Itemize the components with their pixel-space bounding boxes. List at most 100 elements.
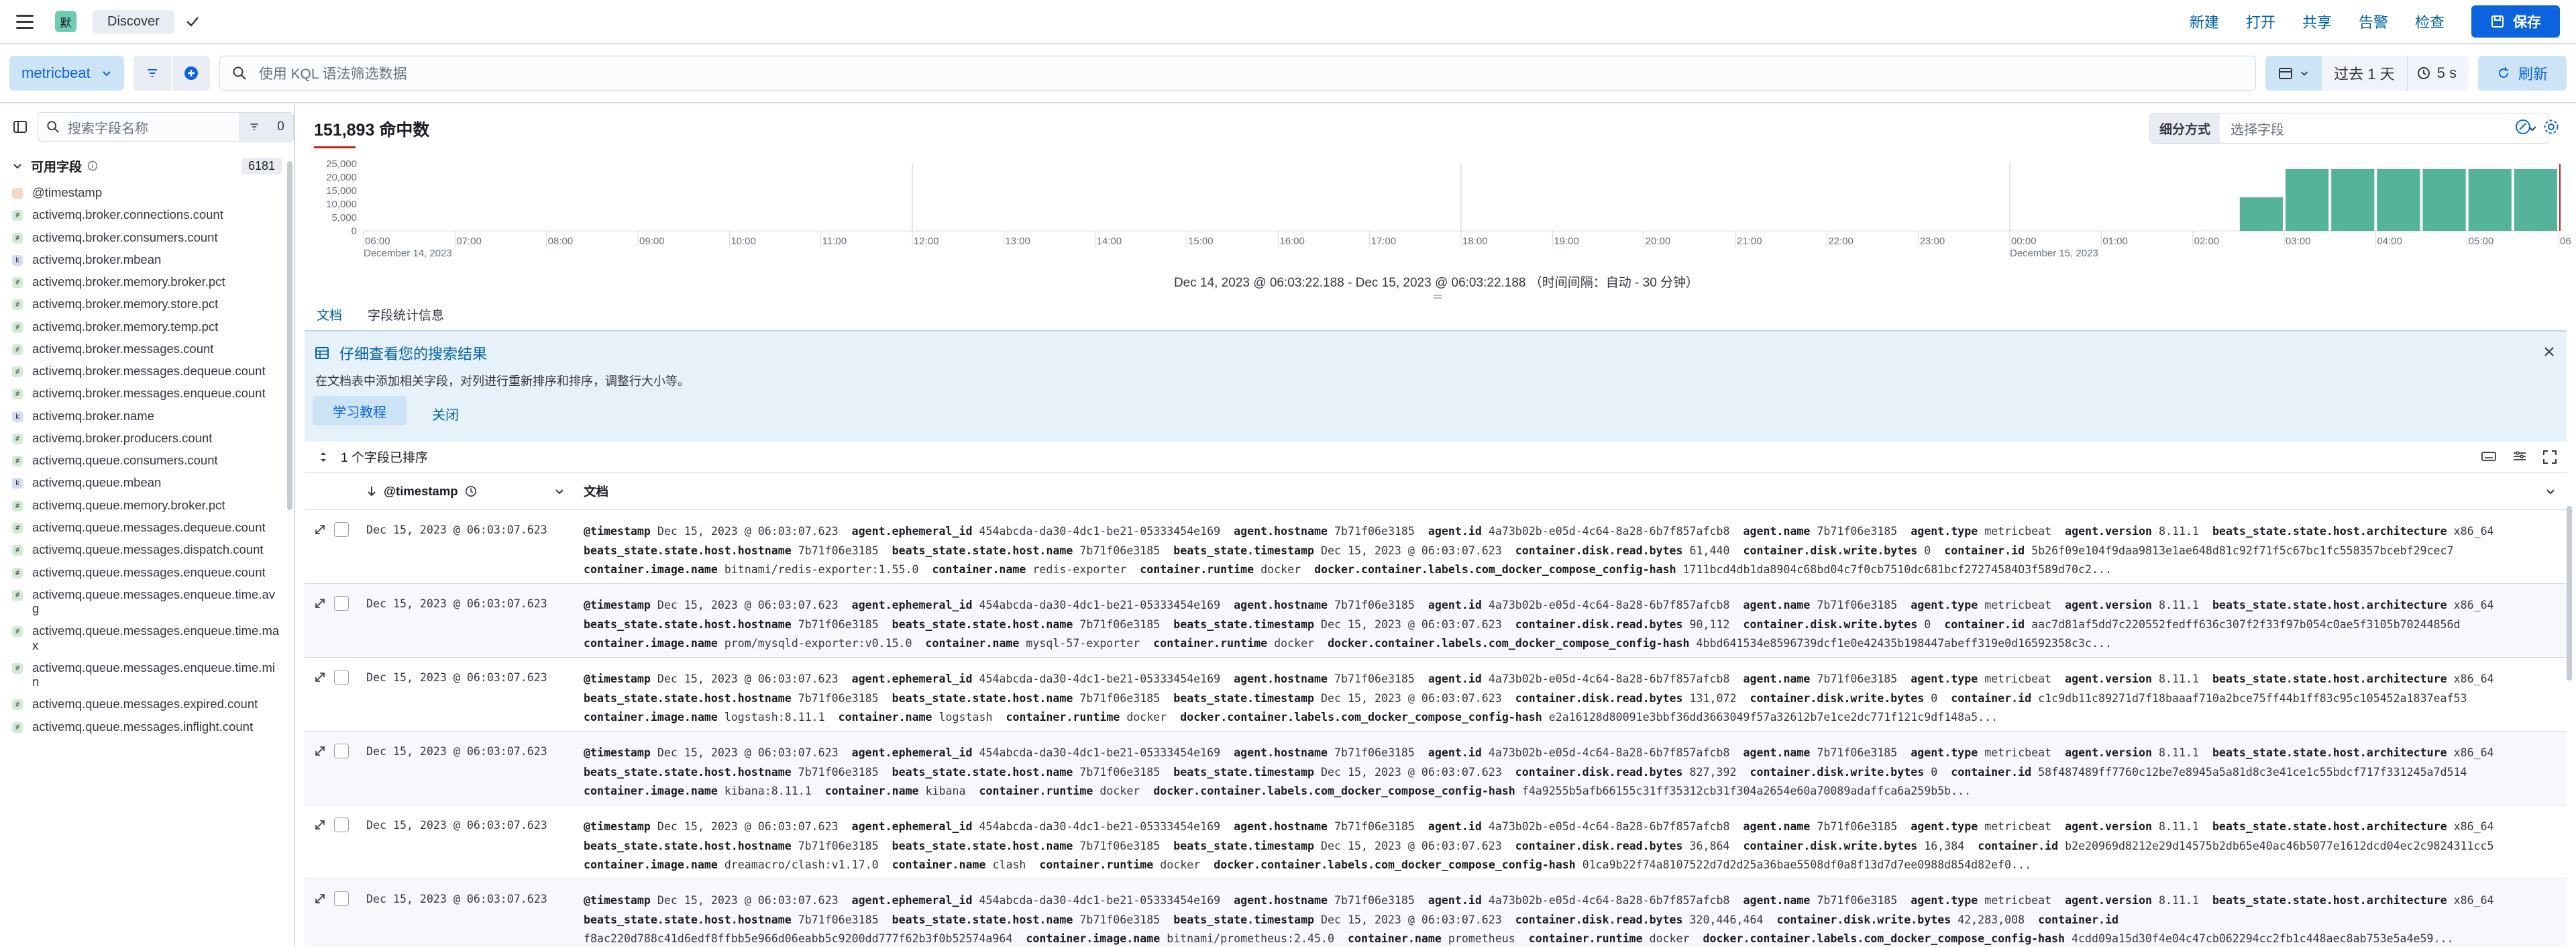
field-item[interactable]: # activemq.queue.messages.dispatch.count	[0, 538, 294, 560]
expand-icon[interactable]	[314, 745, 326, 757]
field-item[interactable]: # activemq.queue.messages.enqueue.time.mi…	[0, 656, 294, 693]
fullscreen-icon[interactable]	[2542, 450, 2557, 464]
quick-menu-button[interactable]	[2265, 56, 2322, 91]
field-item[interactable]: # activemq.broker.memory.temp.pct	[0, 315, 294, 338]
row-checkbox[interactable]	[334, 817, 349, 832]
expand-icon[interactable]	[314, 819, 326, 831]
refresh-interval[interactable]: 5 s	[2406, 56, 2469, 91]
row-checkbox[interactable]	[334, 522, 349, 537]
field-item[interactable]: k activemq.broker.mbean	[0, 248, 294, 270]
menu-icon[interactable]	[16, 9, 40, 34]
doc-field-key: beats_state.timestamp	[1173, 691, 1315, 705]
expand-icon[interactable]	[314, 597, 326, 609]
available-fields-header[interactable]: 可用字段 6181	[0, 150, 294, 181]
field-item[interactable]: # activemq.broker.memory.broker.pct	[0, 270, 294, 293]
field-item[interactable]: # activemq.queue.messages.inflight.count	[0, 715, 294, 738]
table-row[interactable]: Dec 15, 2023 @ 06:03:07.623 @timestamp De…	[305, 805, 2567, 879]
field-item[interactable]: # activemq.queue.messages.expired.count	[0, 693, 294, 715]
row-checkbox[interactable]	[334, 891, 349, 906]
y-tick-label: 5,000	[331, 212, 357, 223]
chart-settings-icon[interactable]	[2542, 118, 2560, 136]
save-label: 保存	[2513, 15, 2541, 30]
dataview-picker[interactable]: metricbeat	[9, 56, 124, 91]
field-item[interactable]: # activemq.queue.messages.enqueue.time.av…	[0, 583, 294, 620]
grid-tools	[2481, 450, 2567, 464]
space-avatar[interactable]: 默	[55, 11, 76, 32]
open-link[interactable]: 打开	[2233, 11, 2289, 32]
edit-visualization-icon[interactable]	[2514, 118, 2532, 136]
field-item[interactable]: # activemq.queue.messages.dequeue.count	[0, 516, 294, 538]
histogram-bar[interactable]	[2422, 169, 2466, 231]
histogram-bar[interactable]	[2377, 169, 2420, 231]
table-row[interactable]: Dec 15, 2023 @ 06:03:07.623 @timestamp De…	[305, 732, 2567, 805]
keyboard-icon[interactable]	[2481, 450, 2497, 463]
field-item[interactable]: # activemq.broker.messages.enqueue.count	[0, 382, 294, 404]
breakdown-selector[interactable]: 细分方式 选择字段	[2149, 113, 2549, 144]
histogram-bar[interactable]	[2286, 169, 2329, 231]
density-icon[interactable]	[2512, 450, 2528, 463]
field-item[interactable]: # activemq.broker.connections.count	[0, 203, 294, 226]
field-item[interactable]: # activemq.broker.consumers.count	[0, 226, 294, 248]
histogram-bar[interactable]	[2239, 197, 2283, 231]
field-item[interactable]: # activemq.broker.messages.count	[0, 338, 294, 360]
field-item[interactable]: k activemq.broker.name	[0, 405, 294, 427]
breadcrumb-discover[interactable]: Discover	[93, 9, 174, 34]
share-link[interactable]: 共享	[2289, 11, 2345, 32]
inspect-link[interactable]: 检查	[2402, 11, 2458, 32]
expand-icon[interactable]	[314, 671, 326, 683]
field-search-input[interactable]: 搜索字段名称 0	[38, 112, 294, 142]
field-name: activemq.broker.consumers.count	[32, 230, 218, 244]
field-item[interactable]: @timestamp	[0, 181, 294, 203]
tab-documents[interactable]: 文档	[314, 301, 345, 332]
field-item[interactable]: k activemq.queue.mbean	[0, 471, 294, 493]
close-icon[interactable]	[2542, 345, 2556, 358]
field-item[interactable]: # activemq.queue.memory.broker.pct	[0, 494, 294, 516]
histogram-bar[interactable]	[2468, 169, 2512, 231]
table-row[interactable]: Dec 15, 2023 @ 06:03:07.623 @timestamp De…	[305, 510, 2567, 584]
field-item[interactable]: # activemq.queue.messages.enqueue.count	[0, 561, 294, 583]
sort-icon[interactable]	[318, 451, 329, 463]
doc-field-key: agent.id	[1428, 746, 1482, 759]
grid-scrollbar[interactable]	[2567, 506, 2572, 681]
filter-menu-button[interactable]	[133, 56, 171, 91]
table-row[interactable]: Dec 15, 2023 @ 06:03:07.623 @timestamp De…	[305, 658, 2567, 732]
tutorial-button[interactable]: 学习教程	[313, 396, 407, 426]
dismiss-link[interactable]: 关闭	[432, 404, 459, 423]
table-row[interactable]: Dec 15, 2023 @ 06:03:07.623 @timestamp De…	[305, 879, 2567, 947]
row-checkbox[interactable]	[334, 596, 349, 611]
field-item[interactable]: # activemq.broker.memory.store.pct	[0, 293, 294, 315]
row-checkbox[interactable]	[334, 670, 349, 685]
doc-field-value: 7b71f06e3185	[798, 765, 879, 779]
chevron-down-icon[interactable]	[554, 486, 565, 497]
row-checkbox[interactable]	[334, 744, 349, 758]
histogram-bar[interactable]	[2514, 169, 2557, 231]
refresh-button[interactable]: 刷新	[2477, 56, 2567, 91]
tab-field-statistics[interactable]: 字段统计信息	[365, 301, 447, 332]
collapse-sidebar-icon[interactable]	[12, 119, 28, 135]
chevron-down-icon[interactable]	[2545, 486, 2556, 497]
field-item[interactable]: # activemq.queue.messages.enqueue.time.ma…	[0, 619, 294, 656]
date-range-label[interactable]: 过去 1 天	[2322, 62, 2406, 84]
add-filter-button[interactable]	[172, 56, 210, 91]
field-type-filter[interactable]: 0	[239, 113, 293, 141]
kql-search-input[interactable]: 使用 KQL 语法筛选数据	[219, 56, 2257, 91]
field-item[interactable]: # activemq.queue.consumers.count	[0, 449, 294, 471]
new-link[interactable]: 新建	[2176, 11, 2233, 32]
expand-icon[interactable]	[314, 893, 326, 905]
doc-field-key: container.name	[925, 637, 1020, 650]
sidebar-scrollbar[interactable]	[287, 161, 292, 510]
expand-icon[interactable]	[314, 524, 326, 536]
table-row[interactable]: Dec 15, 2023 @ 06:03:07.623 @timestamp De…	[305, 584, 2567, 658]
resize-handle-icon[interactable]	[1433, 294, 1442, 299]
x-tick-label: 06:00	[365, 236, 390, 247]
column-timestamp[interactable]: @timestamp	[366, 484, 477, 499]
alerts-link[interactable]: 告警	[2345, 11, 2402, 32]
histogram-chart[interactable]: 25,000 20,000 15,000 10,000 5,000 0 06:00 07:00…	[310, 157, 2572, 271]
column-document-label[interactable]: 文档	[584, 483, 608, 500]
save-button[interactable]: 保存	[2471, 5, 2560, 38]
doc-field-value: 4a73b02b-e05d-4c64-8a28-6b7f857afcb8	[1488, 746, 1730, 759]
field-item[interactable]: # activemq.broker.producers.count	[0, 427, 294, 449]
field-item[interactable]: # activemq.broker.messages.dequeue.count	[0, 360, 294, 382]
sort-label[interactable]: 1 个字段已排序	[341, 448, 428, 466]
histogram-bar[interactable]	[2331, 169, 2375, 231]
